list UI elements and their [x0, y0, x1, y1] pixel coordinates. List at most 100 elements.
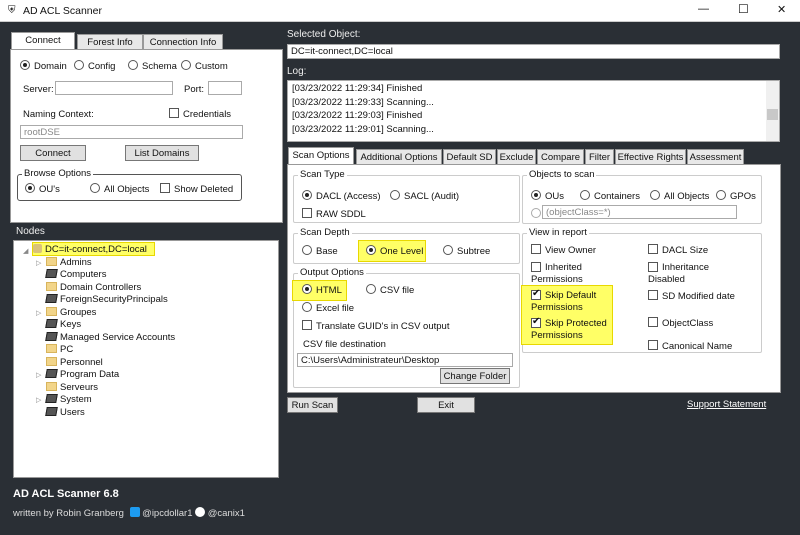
expand-icon[interactable]: ▷ [36, 259, 41, 267]
tree-node[interactable]: Personnel [46, 356, 103, 368]
radio-all-objects[interactable]: All Objects [90, 183, 149, 195]
tree-node[interactable]: PC [46, 344, 73, 355]
tree-node[interactable]: Groupes [46, 306, 97, 318]
tree-node-label: Groupes [60, 306, 97, 318]
change-folder-button[interactable]: Change Folder [440, 368, 510, 384]
browse-options-group: Browse Options OU's All Objects Show Del… [17, 168, 242, 201]
github-icon[interactable] [195, 507, 206, 517]
twitter-link[interactable]: @ipcdollar1 [142, 508, 192, 519]
raw-sddl-checkbox[interactable]: RAW SDDL [302, 208, 366, 220]
radio-html[interactable]: HTML [302, 284, 342, 296]
github-link[interactable]: @canix1 [208, 508, 245, 519]
tab-assessment[interactable]: Assessment [687, 149, 744, 165]
container-icon [45, 294, 58, 303]
inherited-permissions-checkbox[interactable]: Inherited Permissions [531, 262, 621, 286]
tab-default-sd[interactable]: Default SD [443, 149, 496, 165]
window-title: AD ACL Scanner [23, 5, 102, 17]
exit-button[interactable]: Exit [417, 397, 475, 413]
minimize-button[interactable]: — [698, 3, 709, 15]
radio-custom[interactable]: Custom [181, 60, 228, 72]
credentials-checkbox[interactable]: Credentials [169, 108, 231, 120]
support-statement-link[interactable]: Support Statement [687, 399, 766, 410]
nodes-tree[interactable]: ◢ DC=it-connect,DC=local ▷ Admins Computer… [13, 240, 279, 478]
tab-connect[interactable]: Connect [11, 32, 75, 49]
folder-icon [46, 356, 57, 366]
custom-filter-input[interactable]: (objectClass=*) [542, 205, 737, 219]
scan-depth-group: Scan Depth Base One Level Subtree [293, 227, 520, 264]
tree-node[interactable]: Domain Controllers [46, 281, 141, 293]
dacl-size-checkbox[interactable]: DACL Size [648, 244, 708, 256]
run-scan-button[interactable]: Run Scan [287, 397, 338, 413]
close-button[interactable]: ✕ [777, 3, 786, 16]
radio-gpos[interactable]: GPOs [716, 190, 756, 202]
expand-icon[interactable]: ▷ [36, 396, 41, 404]
radio-schema[interactable]: Schema [128, 60, 177, 72]
tree-node[interactable]: System [45, 394, 92, 405]
tab-additional-options[interactable]: Additional Options [356, 149, 442, 165]
tree-node[interactable]: Serveurs [46, 381, 98, 393]
tab-compare[interactable]: Compare [537, 149, 584, 165]
tree-node-label: Program Data [60, 369, 120, 380]
radio-domain[interactable]: Domain [20, 60, 67, 72]
tab-effective-rights[interactable]: Effective Rights [615, 149, 686, 165]
tree-node[interactable]: ForeignSecurityPrincipals [45, 294, 168, 305]
browse-options-label: Browse Options [22, 168, 94, 179]
tab-connection-info[interactable]: Connection Info [143, 34, 223, 50]
selected-object-input[interactable]: DC=it-connect,DC=local [287, 44, 780, 59]
radio-containers[interactable]: Containers [580, 190, 640, 202]
scan-type-group: Scan Type DACL (Access) SACL (Audit) RAW… [293, 169, 520, 223]
radio-csv[interactable]: CSV file [366, 284, 414, 296]
radio-scan-ous[interactable]: OUs [531, 190, 564, 202]
port-input[interactable] [208, 81, 242, 95]
radio-excel[interactable]: Excel file [302, 302, 354, 314]
collapse-icon[interactable]: ◢ [23, 247, 28, 255]
maximize-button[interactable]: ☐ [738, 2, 749, 16]
naming-context-input[interactable]: rootDSE [20, 125, 243, 139]
log-scrollbar[interactable] [766, 81, 779, 141]
twitter-icon[interactable] [129, 507, 140, 517]
radio-config[interactable]: Config [74, 60, 115, 72]
sd-modified-checkbox[interactable]: SD Modified date [648, 290, 735, 302]
radio-scan-all-objects[interactable]: All Objects [650, 190, 709, 202]
csv-destination-input[interactable]: C:\Users\Administrateur\Desktop [297, 353, 513, 367]
radio-one-level[interactable]: One Level [366, 245, 423, 257]
tree-node[interactable]: Keys [45, 319, 81, 330]
tree-node[interactable]: Computers [45, 269, 106, 280]
tree-node[interactable]: Program Data [45, 369, 120, 380]
skip-default-checkbox[interactable]: Skip Default Permissions [531, 288, 621, 314]
tab-exclude[interactable]: Exclude [497, 149, 536, 165]
tree-node[interactable]: Admins [46, 256, 92, 268]
connect-button[interactable]: Connect [20, 145, 86, 161]
log-box[interactable]: [03/23/2022 11:29:34] Finished [03/23/202… [287, 80, 780, 142]
translate-guid-checkbox[interactable]: Translate GUID's in CSV output [302, 320, 449, 332]
radio-dacl[interactable]: DACL (Access) [302, 190, 381, 202]
list-domains-button[interactable]: List Domains [125, 145, 199, 161]
object-class-checkbox[interactable]: ObjectClass [648, 317, 713, 329]
domain-icon [33, 244, 42, 253]
tree-node[interactable]: Managed Service Accounts [45, 331, 175, 343]
container-icon [45, 369, 58, 378]
expand-icon[interactable]: ▷ [36, 371, 41, 379]
skip-protected-checkbox[interactable]: Skip Protected Permissions [531, 316, 621, 342]
radio-ous[interactable]: OU's [25, 183, 60, 195]
expand-icon[interactable]: ▷ [36, 309, 41, 317]
radio-sacl[interactable]: SACL (Audit) [390, 190, 459, 202]
server-input[interactable] [55, 81, 173, 95]
radio-subtree[interactable]: Subtree [443, 245, 490, 257]
radio-base[interactable]: Base [302, 245, 338, 257]
log-line: [03/23/2022 11:29:03] Finished [292, 110, 423, 121]
tab-scan-options[interactable]: Scan Options [288, 147, 354, 164]
folder-icon [46, 344, 57, 353]
canonical-name-checkbox[interactable]: Canonical Name [648, 340, 732, 352]
log-line: [03/23/2022 11:29:34] Finished [292, 83, 423, 94]
server-label: Server: [23, 84, 54, 95]
tree-node[interactable]: Users [45, 406, 85, 418]
tab-filter[interactable]: Filter [585, 149, 614, 165]
app-icon: ⛨ [8, 5, 16, 16]
tree-root[interactable]: DC=it-connect,DC=local [33, 244, 147, 255]
folder-icon [46, 306, 57, 316]
show-deleted-checkbox[interactable]: Show Deleted [160, 183, 233, 195]
inheritance-disabled-checkbox[interactable]: Inheritance Disabled [648, 262, 728, 286]
tab-forest-info[interactable]: Forest Info [77, 34, 143, 50]
view-owner-checkbox[interactable]: View Owner [531, 244, 596, 256]
